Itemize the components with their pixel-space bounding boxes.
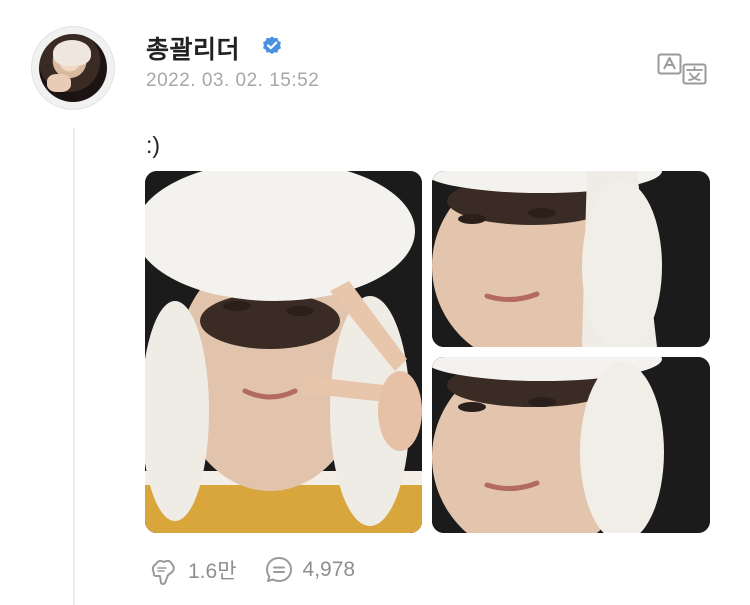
post-actions: 1.6만 4,978 [146,553,355,587]
comment-count: 4,978 [302,558,356,581]
author-name[interactable]: 총괄리더 [146,30,240,66]
post-page: 총괄리더 2022. 03. 02. 15:52 :) 1.6만 4,978 [0,0,750,605]
like-count: 1.6만 [188,560,237,583]
post-text: :) [146,132,161,158]
avatar-hair [53,40,91,66]
like-icon [151,559,175,585]
photo-bottom-right[interactable] [432,357,710,533]
verified-badge-icon [263,36,281,55]
like-button[interactable]: 1.6만 [146,553,237,587]
translate-icon[interactable] [657,53,707,85]
post-timestamp: 2022. 03. 02. 15:52 [146,70,320,91]
photo-top-right[interactable] [432,171,710,347]
avatar[interactable] [39,34,107,102]
avatar-hand [47,74,71,92]
photo-large[interactable] [145,171,422,533]
comment-icon [265,557,292,582]
comment-button[interactable]: 4,978 [263,554,356,586]
thread-line [73,128,75,605]
